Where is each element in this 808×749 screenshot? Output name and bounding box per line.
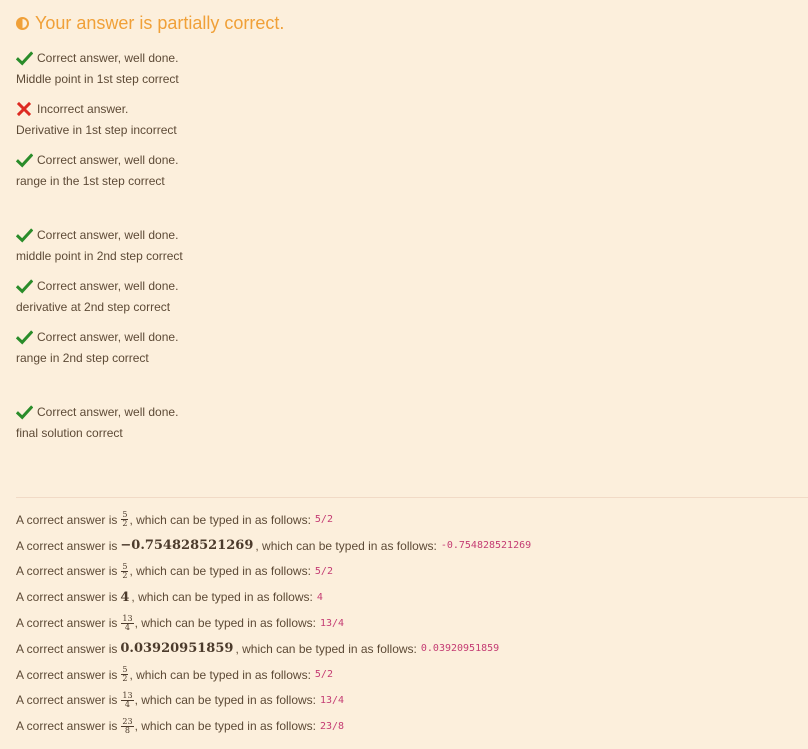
feedback-status-text: Correct answer, well done. — [37, 330, 179, 344]
fraction-denominator: 4 — [124, 699, 131, 709]
answer-fraction: 52 — [121, 666, 129, 684]
partially-correct-status: Your answer is partially correct. — [16, 13, 284, 34]
typed-answer-code: 13/4 — [320, 694, 345, 706]
checkmark-icon — [16, 227, 33, 244]
answer-prefix: A correct answer is — [16, 693, 118, 708]
answer-prefix: A correct answer is — [16, 719, 118, 734]
answer-row: A correct answer is 13 4, which can be typ… — [16, 610, 796, 636]
divider — [16, 497, 808, 498]
checkmark-icon — [16, 404, 33, 421]
answer-suffix: , which can be typed in as follows: — [134, 719, 316, 734]
cross-icon — [16, 101, 33, 118]
feedback-status-text: Correct answer, well done. — [37, 279, 179, 293]
answer-row: A correct answer is −0.754828521269, whic… — [16, 533, 796, 559]
feedback-status-line: Correct answer, well done. — [16, 48, 416, 69]
answer-prefix: A correct answer is — [16, 564, 118, 579]
feedback-status-line: Correct answer, well done. — [16, 150, 416, 171]
answer-row: A correct answer is 13 4, which can be typ… — [16, 688, 796, 714]
answer-suffix: , which can be typed in as follows: — [129, 564, 311, 579]
answer-prefix: A correct answer is — [16, 538, 118, 553]
half-circle-icon — [16, 17, 29, 30]
answer-prefix: A correct answer is — [16, 512, 118, 527]
typed-answer-code: -0.754828521269 — [440, 540, 532, 552]
feedback-detail: Derivative in 1st step incorrect — [16, 123, 177, 137]
feedback-item: Correct answer, well done. derivative at … — [16, 276, 416, 318]
fraction-denominator: 4 — [124, 622, 131, 632]
fraction-denominator: 2 — [122, 519, 128, 529]
answer-prefix: A correct answer is — [16, 590, 118, 605]
feedback-status-text: Correct answer, well done. — [37, 51, 179, 65]
feedback-status-line: Correct answer, well done. — [16, 276, 416, 297]
answer-row: A correct answer is 5 2, which can be type… — [16, 507, 796, 533]
answer-row: A correct answer is 5 2, which can be type… — [16, 559, 796, 585]
typed-answer-code: 5/2 — [314, 669, 333, 681]
answer-fraction: 52 — [121, 562, 129, 580]
answer-prefix: A correct answer is — [16, 641, 118, 656]
feedback-status-line: Incorrect answer. — [16, 99, 416, 120]
feedback-status-text: Correct answer, well done. — [37, 405, 179, 419]
typed-answer-code: 5/2 — [314, 565, 333, 577]
feedback-status-line: Correct answer, well done. — [16, 402, 416, 423]
feedback-detail: range in 2nd step correct — [16, 351, 149, 365]
answer-suffix: , which can be typed in as follows: — [235, 641, 417, 656]
answer-suffix: , which can be typed in as follows: — [134, 616, 316, 631]
feedback-item: Correct answer, well done. middle point i… — [16, 225, 416, 267]
feedback-status-line: Correct answer, well done. — [16, 225, 416, 246]
feedback-panel: Your answer is partially correct. Correc… — [0, 0, 808, 749]
typed-answer-code: 13/4 — [320, 617, 345, 629]
answer-row: A correct answer is 0.03920951859, which … — [16, 636, 796, 662]
feedback-item: Correct answer, well done. range in 2nd s… — [16, 327, 416, 369]
feedback-status-text: Correct answer, well done. — [37, 153, 179, 167]
status-text: Your answer is partially correct. — [35, 13, 285, 33]
feedback-detail: range in the 1st step correct — [16, 174, 165, 188]
answer-fraction: 52 — [121, 511, 129, 529]
correct-answers-list: A correct answer is 5 2, which can be type… — [16, 507, 796, 739]
fraction-denominator: 2 — [122, 674, 128, 684]
answer-suffix: , which can be typed in as follows: — [255, 538, 437, 553]
feedback-detail: final solution correct — [16, 426, 123, 440]
answer-fraction: 23 8 — [121, 717, 134, 735]
typed-answer-code: 5/2 — [314, 514, 333, 526]
answer-value: 4 — [120, 589, 130, 605]
feedback-item: Correct answer, well done. range in the 1… — [16, 150, 416, 192]
answer-suffix: , which can be typed in as follows: — [129, 512, 311, 527]
feedback-status-text: Correct answer, well done. — [37, 228, 179, 242]
answer-suffix: , which can be typed in as follows: — [134, 693, 316, 708]
feedback-detail: middle point in 2nd step correct — [16, 249, 183, 263]
feedback-item: Incorrect answer. Derivative in 1st step … — [16, 99, 416, 141]
feedback-detail: Middle point in 1st step correct — [16, 72, 179, 86]
feedback-item: Correct answer, well done. final solution… — [16, 402, 416, 444]
checkmark-icon — [16, 278, 33, 295]
answer-prefix: A correct answer is — [16, 667, 118, 682]
typed-answer-code: 0.03920951859 — [420, 643, 500, 655]
answer-suffix: , which can be typed in as follows: — [131, 590, 313, 605]
answer-fraction: 13 4 — [121, 614, 134, 632]
answer-row: A correct answer is 23 8, which can be typ… — [16, 713, 796, 739]
feedback-detail: derivative at 2nd step correct — [16, 300, 171, 314]
answer-prefix: A correct answer is — [16, 616, 118, 631]
answer-value: 0.03920951859 — [120, 641, 234, 657]
feedback-status-text: Incorrect answer. — [37, 102, 129, 116]
fraction-denominator: 8 — [124, 725, 131, 735]
feedback-item: Correct answer, well done. Middle point i… — [16, 48, 416, 90]
checkmark-icon — [16, 329, 33, 346]
answer-suffix: , which can be typed in as follows: — [129, 667, 311, 682]
typed-answer-code: 4 — [316, 591, 323, 603]
feedback-status-line: Correct answer, well done. — [16, 327, 416, 348]
answer-value: −0.754828521269 — [120, 538, 254, 554]
answer-fraction: 13 4 — [121, 691, 134, 709]
answer-row: A correct answer is 4, which can be typed… — [16, 584, 796, 610]
checkmark-icon — [16, 50, 33, 67]
answer-row: A correct answer is 5 2, which can be type… — [16, 662, 796, 688]
fraction-denominator: 2 — [122, 570, 128, 580]
checkmark-icon — [16, 152, 33, 169]
typed-answer-code: 23/8 — [320, 720, 345, 732]
